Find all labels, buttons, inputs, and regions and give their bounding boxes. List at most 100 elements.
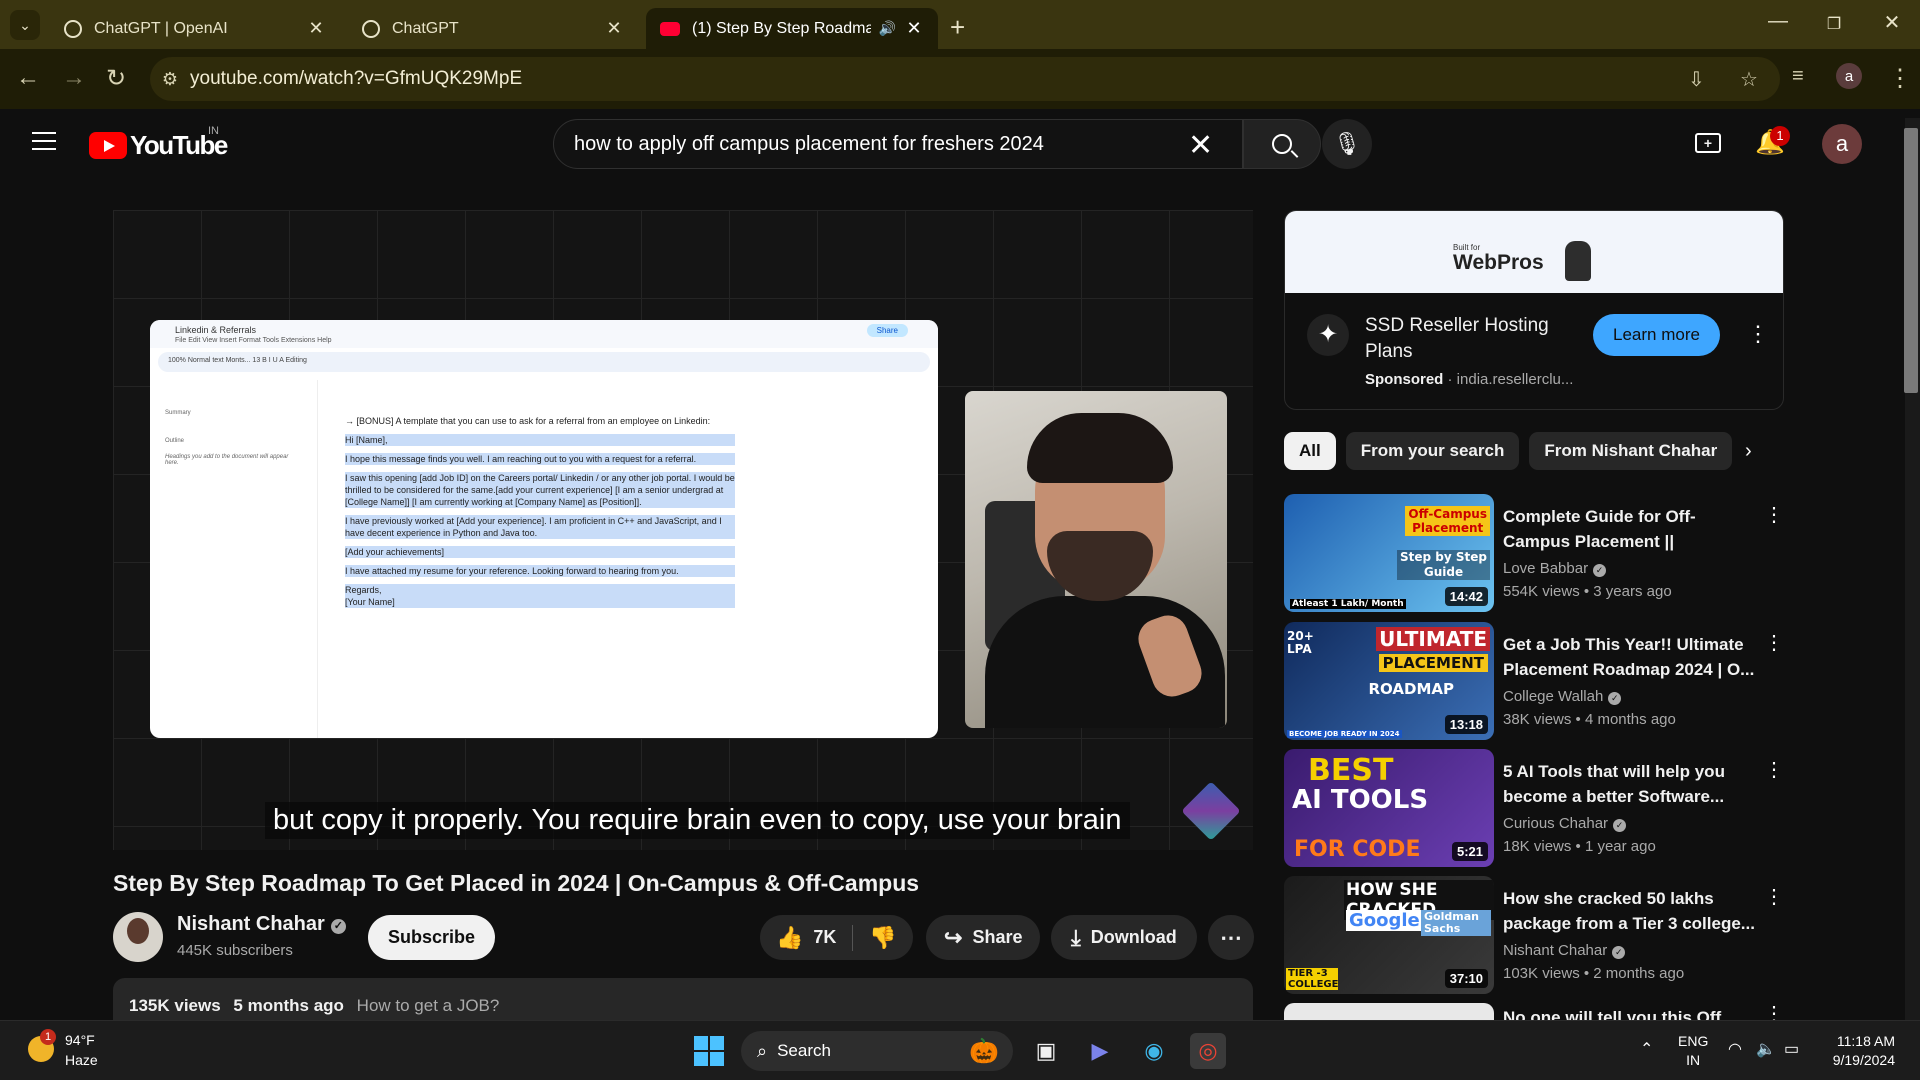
browser-tab-chatgpt-openai[interactable]: ChatGPT | OpenAI ✕ <box>50 8 340 49</box>
media-control-icon[interactable]: ≡ <box>1792 65 1804 88</box>
channel-text[interactable]: Curious Chahar <box>1503 815 1608 832</box>
recommendation-channel[interactable]: College Wallah ✓ <box>1503 688 1622 705</box>
bookmark-star-icon[interactable]: ☆ <box>1740 67 1758 92</box>
recommendation-item[interactable]: Off-Campus Placement Step by Step Guide At… <box>1284 494 1784 612</box>
task-view-icon[interactable]: ▣ <box>1028 1033 1064 1069</box>
more-vertical-icon[interactable]: ⋮ <box>1764 502 1784 527</box>
video-thumbnail[interactable]: HOW SHE CRACKED Google Goldman Sachs TIE… <box>1284 876 1494 994</box>
sponsored-ad-card[interactable]: Built for WebPros ✦ SSD Reseller Hosting… <box>1284 210 1784 410</box>
back-icon[interactable]: ← <box>16 64 40 92</box>
doc-outline-hint: Headings you add to the document will ap… <box>165 454 289 466</box>
close-tab-icon[interactable]: ✕ <box>604 18 624 39</box>
video-thumbnail[interactable] <box>1284 1003 1494 1020</box>
windows-start-icon[interactable] <box>694 1036 724 1066</box>
recommendation-channel[interactable]: Curious Chahar ✓ <box>1503 815 1627 832</box>
url-text[interactable]: youtube.com/watch?v=GfmUQK29MpE <box>190 68 522 90</box>
reload-icon[interactable]: ↻ <box>106 64 126 93</box>
volume-icon[interactable]: 🔈 <box>1756 1039 1776 1059</box>
close-tab-icon[interactable]: ✕ <box>904 18 924 39</box>
share-button[interactable]: ↪ Share <box>926 915 1041 960</box>
install-app-icon[interactable]: ⇩ <box>1688 67 1705 92</box>
like-thumb-icon[interactable]: 👍 <box>776 925 803 951</box>
chip-from-channel[interactable]: From Nishant Chahar <box>1529 432 1733 470</box>
account-avatar[interactable]: a <box>1822 124 1862 164</box>
channel-name[interactable]: Nishant Chahar ✓ <box>177 913 346 936</box>
chevron-right-icon[interactable]: › <box>1745 440 1752 463</box>
hamburger-menu-icon[interactable] <box>32 132 56 150</box>
ad-more-icon[interactable]: ⋮ <box>1747 321 1769 347</box>
tab-search-dropdown[interactable]: ⌄ <box>10 10 40 40</box>
channel-text[interactable]: Love Babbar <box>1503 560 1588 577</box>
more-actions-button[interactable]: ⋯ <box>1208 915 1254 960</box>
download-button[interactable]: ⤓ Download <box>1051 915 1197 960</box>
recommendation-item[interactable]: ULTIMATE PLACEMENT ROADMAP 20+ LPA BECOM… <box>1284 622 1784 740</box>
dislike-thumb-icon[interactable]: 👎 <box>869 925 896 951</box>
channel-avatar[interactable] <box>113 912 163 962</box>
search-button[interactable] <box>1243 119 1321 169</box>
description-tag[interactable]: How to get a JOB? <box>357 996 500 1015</box>
browser-tab-youtube-active[interactable]: (1) Step By Step Roadmap T 🔊 ✕ <box>646 8 938 49</box>
share-label: Share <box>972 927 1023 947</box>
chip-all[interactable]: All <box>1284 432 1336 470</box>
recommendation-title[interactable]: No one will tell you this Off <box>1503 1005 1758 1020</box>
system-clock[interactable]: 11:18 AM 9/19/2024 <box>1825 1032 1895 1070</box>
show-hidden-icons-chevron-icon[interactable]: ⌃ <box>1640 1039 1653 1059</box>
video-thumbnail[interactable]: Off-Campus Placement Step by Step Guide At… <box>1284 494 1494 612</box>
more-vertical-icon[interactable]: ⋮ <box>1764 757 1784 782</box>
minimize-icon[interactable]: — <box>1758 10 1798 33</box>
recommendation-title[interactable]: Complete Guide for Off-Campus Placement … <box>1503 504 1758 554</box>
close-tab-icon[interactable]: ✕ <box>306 18 326 39</box>
advertiser-logo-icon[interactable]: ✦ <box>1307 314 1349 356</box>
create-video-icon[interactable]: + <box>1695 133 1721 153</box>
battery-icon[interactable]: ▭ <box>1784 1039 1799 1059</box>
recommendation-title[interactable]: Get a Job This Year!! Ultimate Placement… <box>1503 632 1758 682</box>
more-vertical-icon[interactable]: ⋮ <box>1764 1003 1784 1020</box>
clear-search-icon[interactable]: ✕ <box>1188 128 1213 163</box>
chrome-browser-icon[interactable]: ◎ <box>1190 1033 1226 1069</box>
recommendation-channel[interactable]: Nishant Chahar ✓ <box>1503 942 1626 959</box>
more-vertical-icon[interactable]: ⋮ <box>1764 884 1784 909</box>
subscribe-button[interactable]: Subscribe <box>368 915 496 960</box>
taskbar-search-box[interactable]: ⌕ Search 🎃 <box>741 1031 1013 1071</box>
youtube-logo[interactable]: YouTube <box>89 130 228 161</box>
recommendation-item[interactable]: HOW SHE CRACKED Google Goldman Sachs TIE… <box>1284 876 1784 994</box>
presenter-hair <box>1027 413 1173 483</box>
recommendation-item[interactable]: BEST AI TOOLS FOR CODE 5:21 5 AI Tools t… <box>1284 749 1784 867</box>
like-count[interactable]: 7K <box>813 927 836 948</box>
browser-tab-chatgpt[interactable]: ChatGPT ✕ <box>348 8 638 49</box>
page-scrollbar-thumb[interactable] <box>1904 128 1918 393</box>
browser-profile-avatar[interactable]: a <box>1836 63 1862 89</box>
recommendation-title[interactable]: How she cracked 50 lakhs package from a … <box>1503 886 1758 936</box>
wifi-icon[interactable]: ◠ <box>1728 1039 1742 1059</box>
voice-search-button[interactable]: 🎙 <box>1322 119 1372 169</box>
video-thumbnail[interactable]: BEST AI TOOLS FOR CODE 5:21 <box>1284 749 1494 867</box>
address-bar[interactable]: ⚙ youtube.com/watch?v=GfmUQK29MpE ⇩ ☆ <box>150 57 1780 101</box>
recommendation-item[interactable]: No one will tell you this Off ⋮ <box>1284 1003 1784 1020</box>
weather-condition[interactable]: Haze <box>65 1052 98 1068</box>
new-tab-icon[interactable]: + <box>950 12 965 43</box>
audio-playing-icon[interactable]: 🔊 <box>879 20 896 37</box>
thumbnail-text: Off-Campus <box>1408 507 1487 521</box>
channel-text[interactable]: College Wallah <box>1503 688 1603 705</box>
search-input[interactable] <box>574 120 1164 168</box>
forward-icon[interactable]: → <box>62 64 86 92</box>
teams-chat-icon[interactable]: ▶ <box>1082 1033 1118 1069</box>
site-info-icon[interactable]: ⚙ <box>150 69 190 90</box>
channel-text[interactable]: Nishant Chahar <box>1503 942 1607 959</box>
chip-from-your-search[interactable]: From your search <box>1345 432 1520 470</box>
weather-temperature[interactable]: 94°F <box>65 1032 95 1048</box>
browser-menu-icon[interactable]: ⋮ <box>1888 64 1912 93</box>
edge-browser-icon[interactable]: ◉ <box>1136 1033 1172 1069</box>
restore-icon[interactable]: ❐ <box>1814 14 1854 34</box>
video-thumbnail[interactable]: ULTIMATE PLACEMENT ROADMAP 20+ LPA BECOM… <box>1284 622 1494 740</box>
ad-banner[interactable]: Built for WebPros <box>1285 211 1783 293</box>
video-player[interactable]: Linkedin & Referrals File Edit View Inse… <box>113 210 1253 850</box>
channel-name-text[interactable]: Nishant Chahar <box>177 913 325 935</box>
learn-more-button[interactable]: Learn more <box>1593 314 1720 356</box>
recommendation-channel[interactable]: Love Babbar ✓ <box>1503 560 1607 577</box>
recommendation-title[interactable]: 5 AI Tools that will help you become a b… <box>1503 759 1758 809</box>
window-close-icon[interactable]: ✕ <box>1872 10 1912 35</box>
ad-title[interactable]: SSD Reseller Hosting Plans <box>1365 313 1585 365</box>
input-language[interactable]: ENG IN <box>1678 1032 1708 1070</box>
more-vertical-icon[interactable]: ⋮ <box>1764 630 1784 655</box>
